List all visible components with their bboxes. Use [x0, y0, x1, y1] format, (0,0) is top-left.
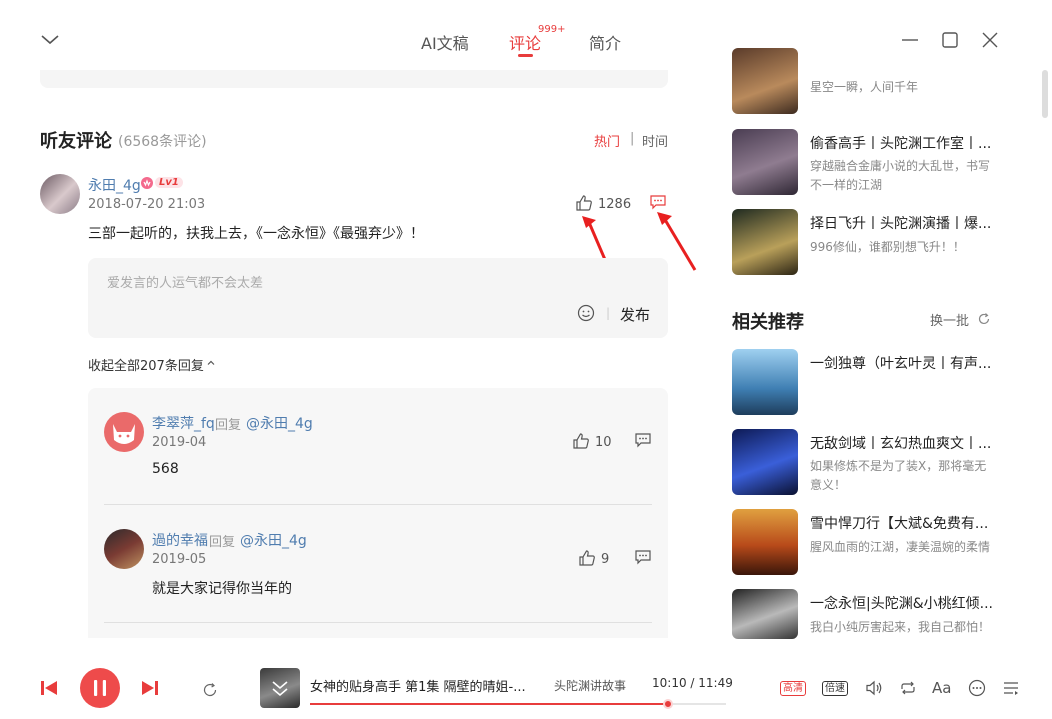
recommend-section-title: 相关推荐 [732, 312, 804, 333]
album-cover[interactable] [732, 48, 798, 114]
comments-section-title: 听友评论 [40, 131, 112, 152]
refresh-recommend-button[interactable]: 换一批 [930, 310, 969, 329]
album-desc: 星空一瞬，人间千年 [810, 80, 919, 94]
active-tab-indicator [518, 54, 533, 57]
reply-text: 就是大家记得你当年的 [152, 581, 292, 597]
avatar[interactable] [40, 174, 80, 214]
loop-mode-icon[interactable] [899, 680, 917, 696]
font-size-toggle[interactable]: Aa [932, 679, 951, 697]
reply-comment-icon[interactable] [634, 549, 652, 565]
reply-target-user[interactable]: @永田_4g [240, 530, 307, 550]
replies-panel: 李翠萍_fq 回复 @永田_4g 2019-04 10 568 過的幸福 回复 … [88, 388, 668, 638]
album-cover[interactable] [732, 509, 798, 575]
input-divider: | [606, 306, 611, 320]
album-title[interactable]: 偷香高手丨头陀渊工作室丨... [810, 133, 995, 153]
tab-intro[interactable]: 简介 [589, 30, 621, 54]
album-desc: 腥风血雨的江湖，凄美温婉的柔情 [810, 540, 991, 554]
next-track-icon[interactable] [141, 680, 159, 696]
thumbs-up-icon[interactable] [578, 549, 596, 567]
volume-icon[interactable] [865, 680, 883, 696]
emoji-icon[interactable] [577, 304, 595, 322]
album-desc: 穿越融合金庸小说的大乱世，书写不一样的江湖 [810, 159, 991, 192]
reply-comment-icon[interactable] [634, 432, 652, 448]
reply-verb: 回复 [209, 535, 236, 550]
divider [104, 504, 652, 505]
publish-button[interactable]: 发布 [620, 304, 650, 325]
album-title[interactable]: 无敌剑域丨玄幻热血爽文丨... [810, 433, 995, 453]
sort-divider: | [630, 131, 635, 146]
player-bar: 女神的贴身高手 第1集 隔壁的晴姐-... 头陀渊讲故事 10:10 / 11:… [0, 656, 1052, 719]
tab-comments[interactable]: 评论 [509, 30, 541, 54]
avatar[interactable] [104, 529, 144, 569]
comments-count-badge: 999+ [538, 24, 566, 35]
reply-verb: 回复 [215, 418, 242, 433]
level-badge: Lv1 [155, 177, 183, 188]
refresh-icon[interactable] [977, 312, 991, 326]
now-playing-author[interactable]: 头陀渊讲故事 [554, 677, 626, 694]
sidebar-scrollbar[interactable] [1042, 70, 1048, 118]
album-title[interactable]: 一剑独尊（叶玄叶灵丨有声... [810, 353, 995, 373]
comment-input[interactable]: 爱发言的人运气都不会太差 | 发布 [88, 258, 668, 338]
thumbs-up-icon[interactable] [572, 432, 590, 450]
album-cover[interactable] [732, 349, 798, 415]
quality-toggle[interactable]: 高清 [780, 681, 806, 696]
album-title[interactable]: 一念永恒|头陀渊&小桃红倾... [810, 593, 995, 613]
reply-username[interactable]: 過的幸福 [152, 530, 208, 550]
more-options-icon[interactable] [968, 679, 986, 697]
reply-username[interactable]: 李翠萍_fq [152, 413, 215, 433]
chevron-up-icon[interactable] [206, 358, 216, 368]
sort-time[interactable]: 时间 [642, 131, 668, 150]
comment-username[interactable]: 永田_4g [88, 175, 141, 195]
album-title[interactable]: 择日飞升丨头陀渊演播丨爆... [810, 213, 995, 233]
tab-ai-transcript[interactable]: AI文稿 [421, 30, 469, 54]
comment-input-placeholder: 爱发言的人运气都不会太差 [107, 276, 264, 291]
album-cover[interactable] [732, 209, 798, 275]
reply-target-user[interactable]: @永田_4g [246, 413, 313, 433]
album-title[interactable]: 雪中悍刀行【大斌&免费有... [810, 513, 995, 533]
speed-toggle[interactable]: 倍速 [822, 681, 848, 696]
reply-like-count: 10 [595, 435, 612, 450]
progress-fill [310, 703, 668, 705]
reply-like-count: 9 [601, 552, 610, 567]
comments-total-count: (6568条评论) [118, 134, 207, 150]
reply-time: 2019-05 [152, 552, 207, 567]
minimize-icon[interactable] [901, 31, 919, 49]
album-desc: 996修仙，谁都别想飞升！！ [810, 240, 965, 254]
collapse-chevron-icon[interactable] [40, 30, 60, 50]
album-cover[interactable] [732, 429, 798, 495]
sort-hot[interactable]: 热门 [594, 131, 620, 150]
progress-knob[interactable] [662, 699, 673, 709]
vip-crown-icon [140, 176, 154, 190]
replay-icon[interactable] [202, 682, 218, 698]
maximize-icon[interactable] [941, 31, 959, 49]
now-playing-cover[interactable] [260, 668, 300, 708]
playback-time: 10:10 / 11:49 [652, 676, 733, 690]
album-cover[interactable] [732, 589, 798, 639]
comment-time: 2018-07-20 21:03 [88, 197, 206, 212]
album-desc: 我白小纯厉害起来，我自己都怕！ [810, 620, 991, 634]
comment-text: 三部一起听的，扶我上去，《一念永恒》《最强弃少》！ [88, 226, 424, 242]
avatar[interactable] [104, 412, 144, 452]
reply-time: 2019-04 [152, 435, 207, 450]
album-cover[interactable] [732, 129, 798, 195]
album-desc: 如果修炼不是为了装X，那将毫无意义！ [810, 459, 987, 492]
collapse-replies-link[interactable]: 收起全部207条回复 [88, 355, 204, 374]
pause-button[interactable] [80, 668, 120, 708]
reply-text: 568 [152, 461, 179, 477]
now-playing-title[interactable]: 女神的贴身高手 第1集 隔壁的晴姐-... [310, 676, 526, 695]
divider [104, 622, 652, 623]
close-icon[interactable] [981, 31, 999, 49]
previous-section-box [40, 70, 668, 88]
previous-track-icon[interactable] [40, 680, 58, 696]
playlist-icon[interactable] [1002, 680, 1020, 696]
progress-bar[interactable] [310, 699, 726, 709]
